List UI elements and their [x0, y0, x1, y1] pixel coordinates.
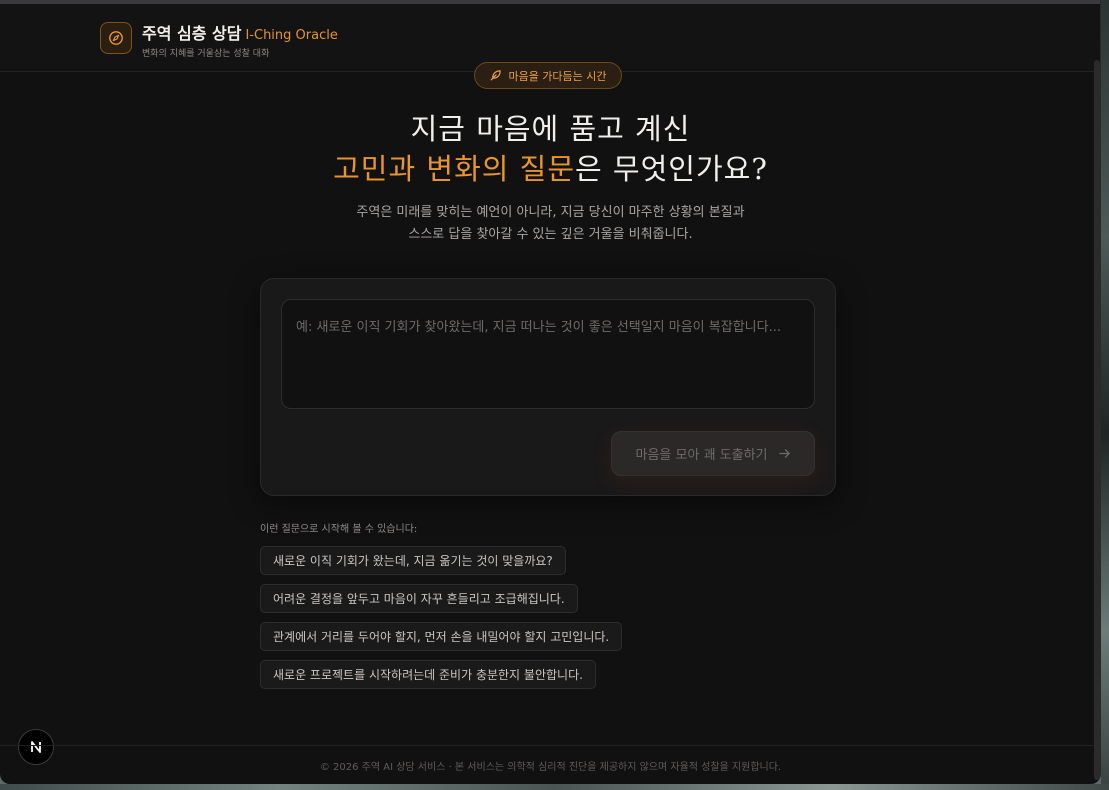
question-card: 예: 새로운 이직 기회가 찾아왔는데, 지금 떠나는 것이 좋은 선택일지 마… — [260, 278, 836, 496]
submit-button-label: 마음을 모아 괘 도출하기 — [635, 448, 768, 463]
feather-icon — [490, 70, 502, 81]
brand-title[interactable]: 주역 심층 상담 I-Ching Oracle — [142, 20, 338, 44]
desktop-background-bottom — [0, 784, 1109, 790]
brand-title-ko: 주역 심층 상담 — [142, 24, 242, 43]
hero-title-accent: 고민과 변화의 질문 — [333, 152, 576, 186]
footer-divider — [0, 745, 1100, 746]
brand-title-en: I-Ching Oracle — [245, 28, 338, 43]
hero-description-line1: 주역은 미래를 맞히는 예언이 아니라, 지금 당신이 마주한 상황의 본질과 — [356, 205, 745, 220]
framework-logo-icon — [31, 741, 41, 753]
suggestions-label: 이런 질문으로 시작해 볼 수 있습니다: — [260, 524, 418, 535]
suggestion-chip-4[interactable]: 새로운 프로젝트를 시작하려는데 준비가 충분한지 불안합니다. — [260, 660, 596, 689]
section-pill: 마음을 가다듬는 시간 — [474, 62, 622, 89]
hero-description-line2: 스스로 답을 찾아갈 수 있는 깊은 거울을 비춰줍니다. — [408, 227, 693, 242]
hero-title-rest: 은 무엇인가요? — [575, 152, 768, 186]
question-textarea[interactable]: 예: 새로운 이직 기회가 찾아왔는데, 지금 떠나는 것이 좋은 선택일지 마… — [281, 299, 815, 409]
hero-title-line1: 지금 마음에 품고 계신 — [410, 112, 691, 146]
compass-icon — [109, 31, 123, 45]
desktop-background-edge — [1101, 0, 1109, 790]
footer-text: © 2026 주역 AI 상담 서비스 · 본 서비스는 의학적 심리적 진단을… — [319, 762, 782, 773]
arrow-right-icon — [778, 449, 790, 458]
page-scrollbar[interactable] — [1094, 60, 1100, 780]
hero-title-line2: 고민과 변화의 질문은 무엇인가요? — [0, 146, 1100, 188]
suggestion-chip-3[interactable]: 관계에서 거리를 두어야 할지, 먼저 손을 내밀어야 할지 고민입니다. — [260, 622, 623, 651]
suggestion-chip-2[interactable]: 어려운 결정을 앞두고 마음이 자꾸 흔들리고 조급해집니다. — [260, 584, 578, 613]
section-pill-label: 마음을 가다듬는 시간 — [508, 69, 607, 83]
suggestion-chip-1[interactable]: 새로운 이직 기회가 왔는데, 지금 옮기는 것이 맞을까요? — [260, 546, 566, 575]
submit-button[interactable]: 마음을 모아 괘 도출하기 — [611, 431, 815, 476]
app-window: 주역 심층 상담 I-Ching Oracle 변화의 지혜를 거울삼는 성찰 대… — [0, 0, 1101, 784]
logo-button[interactable] — [100, 22, 132, 54]
brand-tagline: 변화의 지혜를 거울삼는 성찰 대화 — [142, 49, 270, 59]
hero-description: 주역은 미래를 맞히는 예언이 아니라, 지금 당신이 마주한 상황의 본질과 … — [0, 202, 1100, 246]
